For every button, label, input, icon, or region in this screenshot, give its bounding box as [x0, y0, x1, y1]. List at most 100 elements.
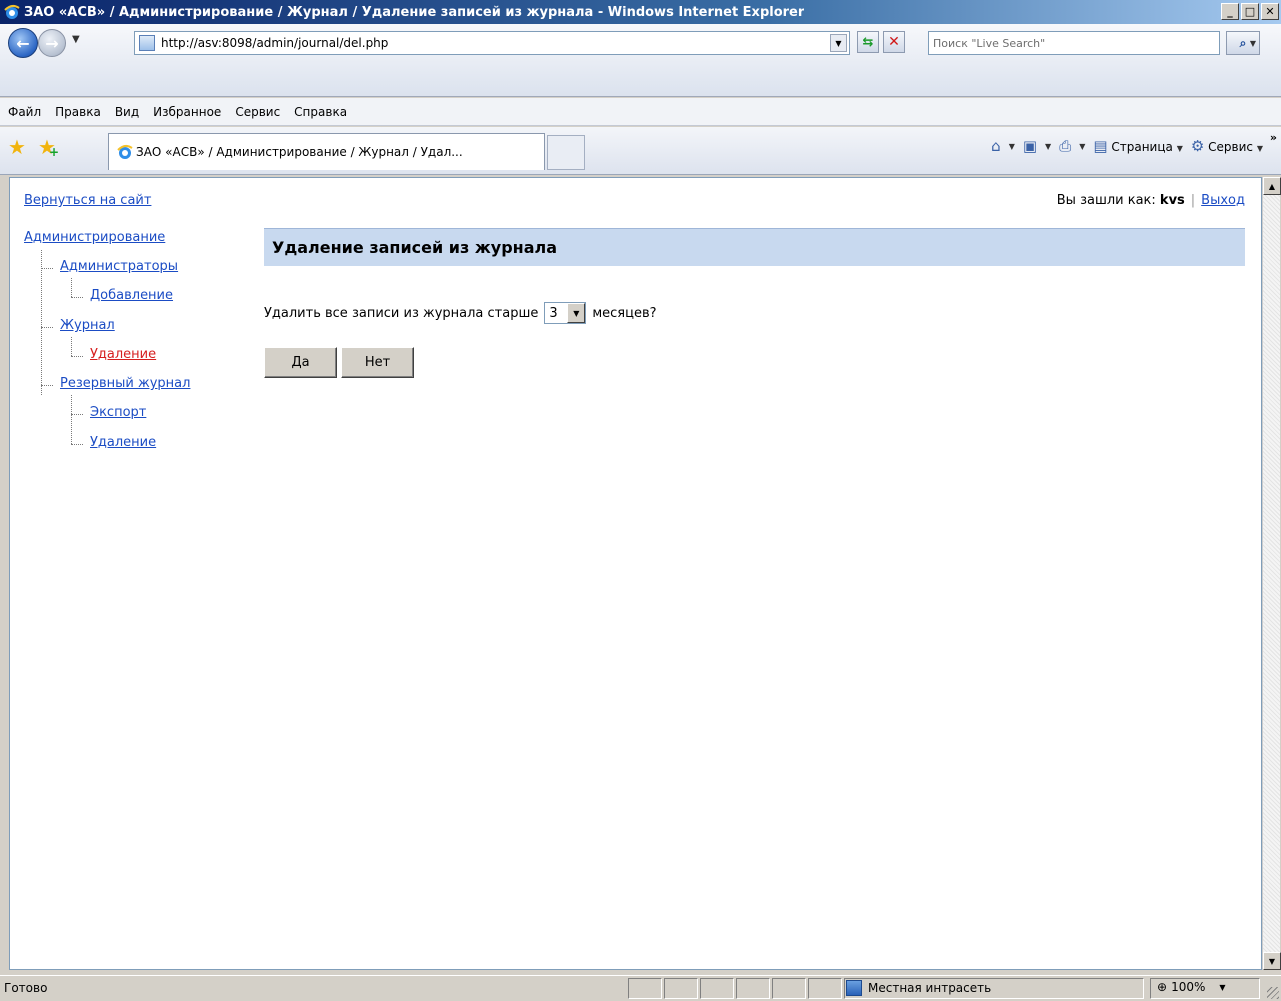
tree-item-admin[interactable]: Администрирование [24, 230, 165, 245]
status-cell [772, 978, 806, 999]
logged-in-label: Вы зашли как: [1056, 193, 1156, 208]
menu-favorites[interactable]: Избранное [153, 105, 221, 119]
forward-button[interactable]: → [38, 29, 66, 57]
tools-menu-label: Сервис [1208, 140, 1254, 154]
status-cell [700, 978, 734, 999]
history-dropdown-icon[interactable]: ▼ [72, 34, 80, 45]
menu-view[interactable]: Вид [115, 105, 139, 119]
tree-item-backup-delete[interactable]: Удаление [90, 435, 156, 450]
minimize-button[interactable]: _ [1221, 3, 1239, 20]
arrow-left-icon: ← [16, 33, 30, 53]
user-separator: | [1190, 193, 1196, 208]
yes-button[interactable]: Да [264, 347, 337, 378]
months-select[interactable]: 3 ▼ [544, 302, 587, 324]
stop-button[interactable]: ✕ [883, 31, 905, 53]
tools-menu-button[interactable]: ⚙ Сервис ▼ [1191, 137, 1263, 155]
search-input[interactable]: Поиск "Live Search" [928, 31, 1220, 55]
tab-bar: ★ ★ ЗАО «АСВ» / Администрирование / Журн… [0, 127, 1281, 175]
tree-line [41, 268, 53, 269]
scroll-down-button[interactable]: ▼ [1263, 952, 1281, 970]
stop-icon: ✕ [888, 34, 900, 50]
tools-menu-dropdown-icon: ▼ [1256, 144, 1263, 153]
tree-line [41, 385, 53, 386]
tab-title: ЗАО «АСВ» / Администрирование / Журнал /… [136, 145, 463, 159]
vertical-scrollbar[interactable]: ▲ ▼ [1262, 177, 1281, 970]
arrow-right-icon: → [45, 33, 59, 53]
menu-tools[interactable]: Сервис [235, 105, 280, 119]
tab-current[interactable]: ЗАО «АСВ» / Администрирование / Журнал /… [108, 133, 545, 170]
tree-line [71, 414, 83, 415]
user-info: Вы зашли как: kvs | Выход [1057, 193, 1245, 208]
address-input[interactable]: http://asv:8098/admin/journal/del.php ▼ [134, 31, 850, 55]
tree-line [71, 337, 72, 356]
gear-icon: ⚙ [1190, 137, 1205, 155]
refresh-button[interactable]: ⇆ [857, 31, 879, 53]
tree-line [41, 327, 53, 328]
months-value: 3 [549, 305, 558, 321]
menu-bar: Файл Правка Вид Избранное Сервис Справка [0, 98, 1281, 126]
home-dropdown-icon[interactable]: ▼ [1009, 142, 1015, 151]
menu-edit[interactable]: Правка [55, 105, 101, 119]
url-text: http://asv:8098/admin/journal/del.php [161, 36, 389, 50]
tree-line [41, 250, 42, 395]
menu-file[interactable]: Файл [8, 105, 41, 119]
search-button[interactable]: ⌕ ▼ [1226, 31, 1260, 55]
page-menu-label: Страница [1111, 140, 1173, 154]
window-titlebar: ЗАО «АСВ» / Администрирование / Журнал /… [0, 0, 1281, 24]
chevron-down-icon[interactable]: ▼ [567, 303, 586, 323]
no-button[interactable]: Нет [341, 347, 414, 378]
favorites-star-icon[interactable]: ★ [8, 137, 26, 157]
tree-item-journal-delete[interactable]: Удаление [90, 347, 156, 362]
status-text: Готово [4, 981, 48, 995]
page-content [9, 177, 1262, 970]
print-dropdown-icon[interactable]: ▼ [1079, 142, 1085, 151]
search-placeholder: Поиск "Live Search" [933, 36, 1046, 50]
refresh-icon: ⇆ [862, 34, 874, 50]
new-tab-button[interactable] [547, 135, 585, 170]
security-zone[interactable]: Местная интрасеть [846, 980, 991, 996]
search-options-icon[interactable]: ▼ [1250, 39, 1256, 48]
chevron-more-icon[interactable]: » [1270, 131, 1277, 144]
logout-link[interactable]: Выход [1201, 193, 1245, 208]
search-icon: ⌕ [1239, 35, 1247, 50]
tree-line [71, 395, 72, 444]
ie-logo-icon [4, 4, 20, 19]
tree-line [71, 278, 72, 297]
status-cell [628, 978, 662, 999]
zoom-control[interactable]: ⊕ 100% ▼ [1157, 980, 1226, 994]
tree-item-journal[interactable]: Журнал [60, 318, 115, 333]
page-menu-button[interactable]: ▤ Страница ▼ [1093, 137, 1183, 155]
tree-line [71, 297, 83, 298]
feeds-icon[interactable]: ▣ [1023, 137, 1037, 155]
add-favorite-icon[interactable]: ★ [38, 137, 59, 162]
feeds-dropdown-icon[interactable]: ▼ [1045, 142, 1051, 151]
status-bar: Готово Местная интрасеть ⊕ 100% ▼ [0, 975, 1281, 1001]
zoom-dropdown-icon: ▼ [1219, 982, 1226, 992]
scroll-up-button[interactable]: ▲ [1263, 177, 1281, 195]
command-bar: ⌂ ▼ ▣ ▼ ⎙ ▼ ▤ Страница ▼ ⚙ Сервис ▼ [991, 137, 1263, 155]
address-toolbar: ← → ▼ http://asv:8098/admin/journal/del.… [0, 24, 1281, 97]
back-to-site-link[interactable]: Вернуться на сайт [24, 193, 151, 208]
status-cell [808, 978, 842, 999]
tree-line [71, 444, 83, 445]
home-icon[interactable]: ⌂ [991, 137, 1001, 155]
question-suffix: месяцев? [592, 305, 657, 321]
back-button[interactable]: ← [8, 28, 38, 58]
print-icon[interactable]: ⎙ [1059, 137, 1071, 155]
intranet-icon [846, 980, 862, 996]
page-menu-dropdown-icon: ▼ [1176, 144, 1183, 153]
zoom-icon: ⊕ [1157, 980, 1168, 994]
address-dropdown-icon[interactable]: ▼ [830, 34, 847, 52]
window-title: ЗАО «АСВ» / Администрирование / Журнал /… [24, 4, 805, 20]
tree-item-admins[interactable]: Администраторы [60, 259, 178, 274]
tree-item-backup-journal[interactable]: Резервный журнал [60, 376, 190, 391]
menu-help[interactable]: Справка [294, 105, 347, 119]
tree-item-backup-export[interactable]: Экспорт [90, 405, 146, 420]
username: kvs [1159, 193, 1185, 208]
ie-tab-icon [117, 144, 133, 159]
status-cell [664, 978, 698, 999]
maximize-button[interactable]: □ [1241, 3, 1259, 20]
resize-grip-icon[interactable] [1267, 987, 1279, 999]
close-window-button[interactable]: ✕ [1261, 3, 1279, 20]
tree-item-admins-add[interactable]: Добавление [90, 288, 173, 303]
